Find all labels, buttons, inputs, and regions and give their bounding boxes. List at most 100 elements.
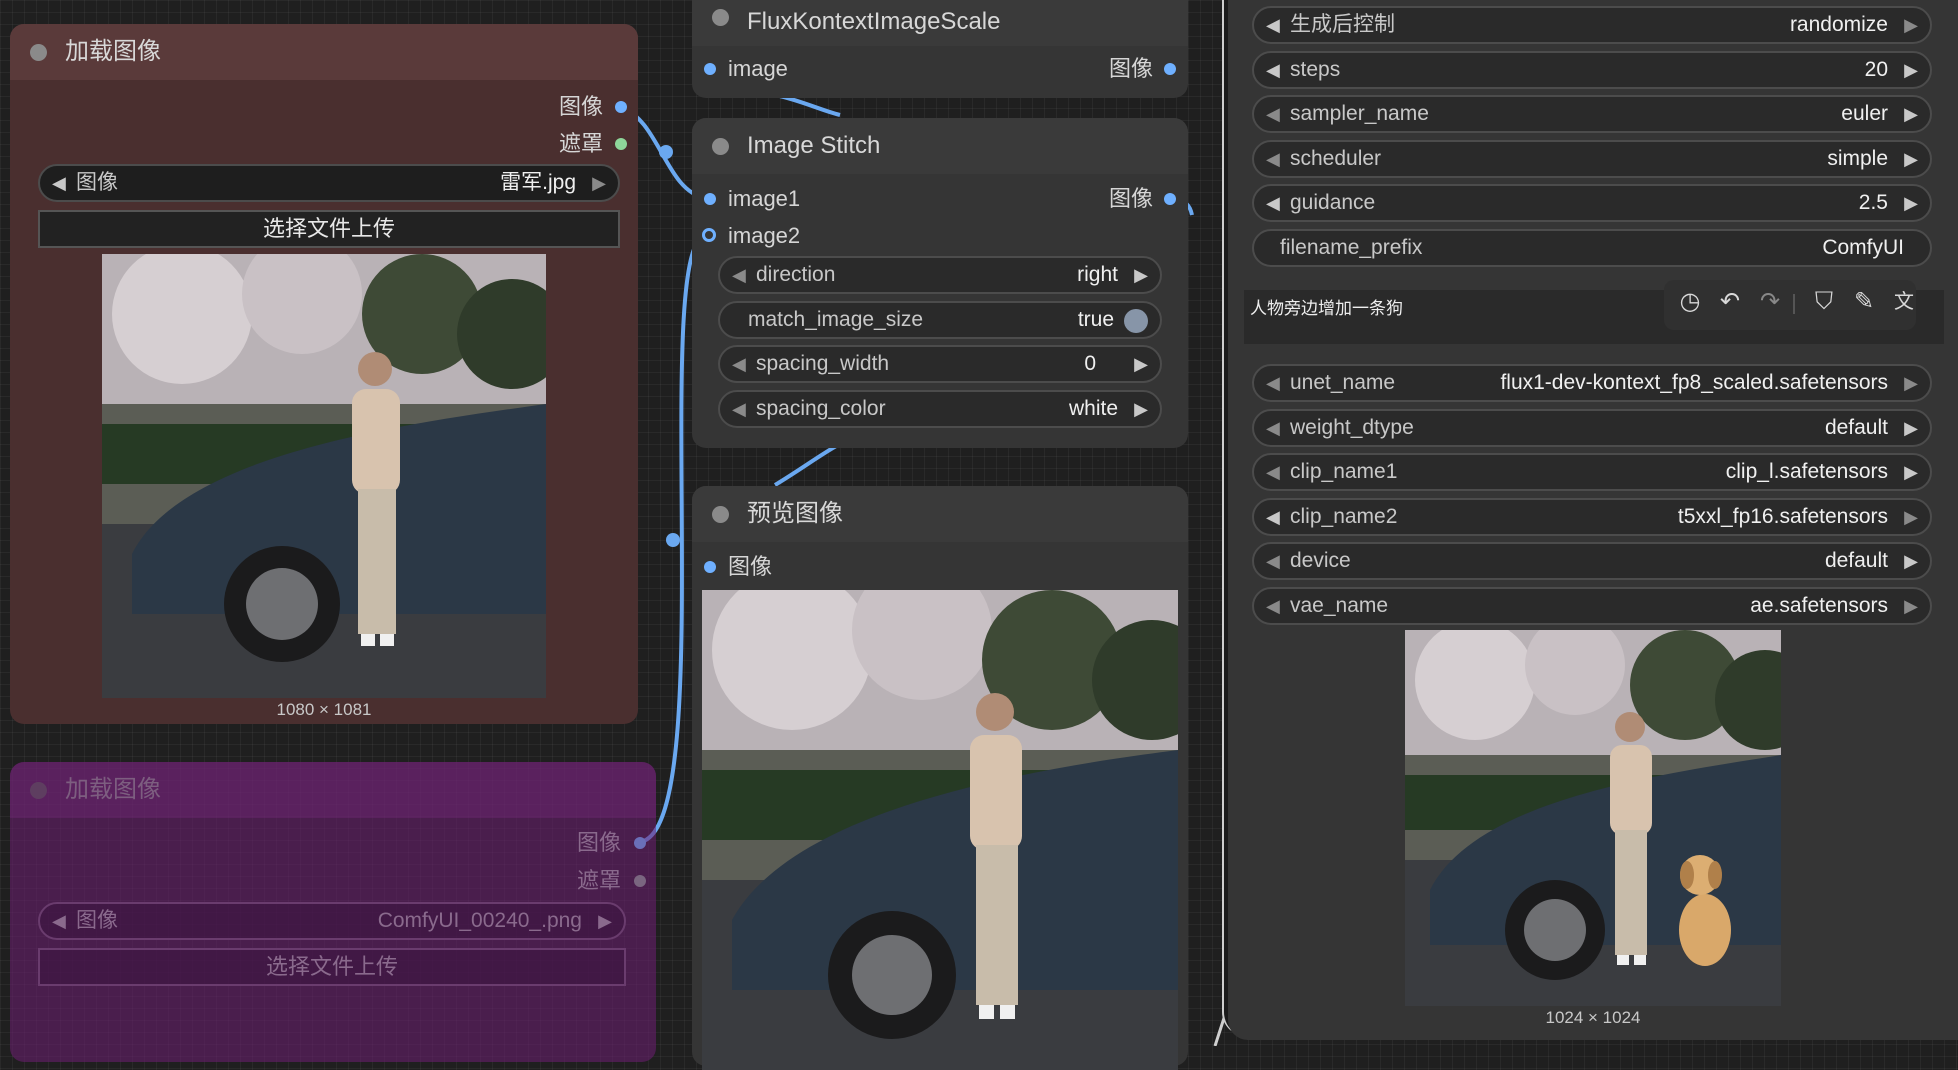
node-title-bar[interactable]: 加载图像 xyxy=(10,24,638,80)
direction-widget[interactable]: ◀ direction right ▶ xyxy=(718,256,1162,294)
output-image-port[interactable] xyxy=(1164,193,1176,205)
arrow-right-icon[interactable]: ▶ xyxy=(1904,8,1918,42)
arrow-left-icon[interactable]: ◀ xyxy=(1266,366,1280,400)
arrow-right-icon[interactable]: ▶ xyxy=(1904,366,1918,400)
output-image-label: 图像 xyxy=(558,94,603,119)
widget-label: clip_name1 xyxy=(1290,460,1398,483)
arrow-left-icon[interactable]: ◀ xyxy=(1266,411,1280,445)
arrow-left-icon[interactable]: ◀ xyxy=(1266,142,1280,176)
widget-vae-name[interactable]: ◀ vae_name ae.safetensors ▶ xyxy=(1252,586,1932,625)
loaded-image-preview xyxy=(102,254,546,698)
preview-image xyxy=(702,590,1178,1070)
toggle-knob-icon[interactable] xyxy=(1124,309,1148,333)
node-title-bar[interactable]: 预览图像 xyxy=(692,486,1188,542)
arrow-right-icon[interactable]: ▶ xyxy=(1904,186,1918,220)
widget-value: ae.safetensors xyxy=(1750,593,1888,617)
output-image-port[interactable] xyxy=(634,837,646,849)
node-title: 加载图像 xyxy=(65,38,161,65)
node-title-bar[interactable]: Image Stitch xyxy=(692,118,1188,174)
arrow-right-icon[interactable]: ▶ xyxy=(1904,411,1918,445)
input-image-port[interactable] xyxy=(704,561,716,573)
output-image-label: 图像 xyxy=(1108,186,1153,211)
image-stitch-node[interactable]: Image Stitch image1 图像 image2 ◀ directio… xyxy=(692,118,1188,448)
widget-steps[interactable]: ◀ steps 20 ▶ xyxy=(1252,50,1932,89)
arrow-left-icon[interactable]: ◀ xyxy=(1266,97,1280,131)
output-image-port[interactable] xyxy=(1164,63,1176,75)
redo-icon[interactable]: ↷ xyxy=(1754,286,1786,318)
upload-button[interactable]: 选择文件上传 xyxy=(38,948,626,986)
node-collapse-dot[interactable] xyxy=(712,9,729,26)
spacing-color-widget[interactable]: ◀ spacing_color white ▶ xyxy=(718,390,1162,428)
input-image1-port[interactable] xyxy=(704,193,716,205)
input-image-port[interactable] xyxy=(704,63,716,75)
arrow-right-icon[interactable]: ▶ xyxy=(1134,392,1148,426)
arrow-right-icon[interactable]: ▶ xyxy=(1134,347,1148,381)
arrow-left-icon[interactable]: ◀ xyxy=(1266,186,1280,220)
widget-weight-dtype[interactable]: ◀ weight_dtype default ▶ xyxy=(1252,408,1932,447)
node-collapse-dot[interactable] xyxy=(30,44,47,61)
output-image-label: 图像 xyxy=(576,830,621,855)
node-title-bar[interactable]: 加载图像 xyxy=(10,762,656,818)
arrow-left-icon[interactable]: ◀ xyxy=(732,347,746,381)
arrow-left-icon[interactable]: ◀ xyxy=(1266,455,1280,489)
widget-scheduler[interactable]: ◀ scheduler simple ▶ xyxy=(1252,139,1932,178)
widget-device[interactable]: ◀ device default ▶ xyxy=(1252,542,1932,580)
bookmark-icon[interactable]: ⛉ xyxy=(1808,286,1840,318)
image-select-widget[interactable]: ◀ 图像 ComfyUI_00240_.png ▶ xyxy=(38,902,626,940)
widget-filename-prefix[interactable]: filename_prefix ComfyUI xyxy=(1252,228,1932,267)
output-mask-port[interactable] xyxy=(615,138,627,150)
arrow-right-icon[interactable]: ▶ xyxy=(592,166,606,200)
output-image-port[interactable] xyxy=(615,101,627,113)
link-stitch-to-preview xyxy=(773,443,839,487)
node-collapse-dot[interactable] xyxy=(712,138,729,155)
widget-clip-name1[interactable]: ◀ clip_name1 clip_l.safetensors ▶ xyxy=(1252,453,1932,491)
arrow-left-icon[interactable]: ◀ xyxy=(52,166,66,200)
arrow-left-icon[interactable]: ◀ xyxy=(1266,589,1280,623)
translate-icon[interactable]: 文 xyxy=(1888,286,1920,318)
node-collapse-dot[interactable] xyxy=(712,506,729,523)
flux-kontext-image-scale-node[interactable]: FluxKontextImageScale image 图像 xyxy=(692,0,1188,98)
arrow-left-icon[interactable]: ◀ xyxy=(52,904,66,938)
match-image-size-toggle[interactable]: match_image_size true xyxy=(718,301,1162,339)
node-title: FluxKontextImageScale xyxy=(747,8,1001,35)
widget-guidance[interactable]: ◀ guidance 2.5 ▶ xyxy=(1252,184,1932,222)
upload-button[interactable]: 选择文件上传 xyxy=(38,210,620,248)
arrow-right-icon[interactable]: ▶ xyxy=(1904,455,1918,489)
widget-clip-name2[interactable]: ◀ clip_name2 t5xxl_fp16.safetensors ▶ xyxy=(1252,497,1932,536)
arrow-left-icon[interactable]: ◀ xyxy=(1266,8,1280,42)
node-title: 加载图像 xyxy=(65,776,161,803)
widget--[interactable]: ◀ 生成后控制 randomize ▶ xyxy=(1252,6,1932,44)
preview-image-node[interactable]: 预览图像 图像 xyxy=(692,486,1188,1070)
load-image-node-bypassed[interactable]: 加载图像 图像 遮罩 ◀ 图像 ComfyUI_00240_.png ▶ 选择文… xyxy=(10,762,656,1062)
widget-value: default xyxy=(1824,549,1888,572)
arrow-left-icon[interactable]: ◀ xyxy=(732,258,746,292)
node-collapse-dot[interactable] xyxy=(30,782,47,799)
arrow-right-icon[interactable]: ▶ xyxy=(1904,589,1918,623)
arrow-right-icon[interactable]: ▶ xyxy=(1904,97,1918,131)
output-mask-port[interactable] xyxy=(634,875,646,887)
magic-wand-icon[interactable]: ✎ xyxy=(1848,286,1880,318)
node-title-bar[interactable]: FluxKontextImageScale xyxy=(692,0,1188,46)
arrow-right-icon[interactable]: ▶ xyxy=(598,904,612,938)
arrow-left-icon[interactable]: ◀ xyxy=(1266,53,1280,87)
widget-value: white xyxy=(1068,397,1118,420)
arrow-right-icon[interactable]: ▶ xyxy=(1904,142,1918,176)
widget-unet-name[interactable]: ◀ unet_name flux1-dev-kontext_fp8_scaled.s… xyxy=(1252,364,1932,402)
arrow-right-icon[interactable]: ▶ xyxy=(1904,544,1918,578)
arrow-right-icon[interactable]: ▶ xyxy=(1134,258,1148,292)
output-mask-label: 遮罩 xyxy=(576,868,621,893)
arrow-left-icon[interactable]: ◀ xyxy=(732,392,746,426)
arrow-right-icon[interactable]: ▶ xyxy=(1904,500,1918,534)
input-image2-port[interactable] xyxy=(702,228,716,242)
widget-sampler-name[interactable]: ◀ sampler_name euler ▶ xyxy=(1252,95,1932,133)
widget-label: match_image_size xyxy=(748,308,924,331)
load-image-node[interactable]: 加载图像 图像 遮罩 ◀ 图像 雷军.jpg ▶ 选择文件上传 1080 × 1… xyxy=(10,24,638,724)
history-icon[interactable]: ◷ xyxy=(1674,286,1706,318)
spacing-width-widget[interactable]: ◀ spacing_width 0 ▶ xyxy=(718,345,1162,383)
arrow-left-icon[interactable]: ◀ xyxy=(1266,544,1280,578)
widget-label: direction xyxy=(756,263,836,286)
image-select-widget[interactable]: ◀ 图像 雷军.jpg ▶ xyxy=(38,164,620,202)
arrow-left-icon[interactable]: ◀ xyxy=(1266,500,1280,534)
undo-icon[interactable]: ↶ xyxy=(1714,286,1746,318)
arrow-right-icon[interactable]: ▶ xyxy=(1904,53,1918,87)
